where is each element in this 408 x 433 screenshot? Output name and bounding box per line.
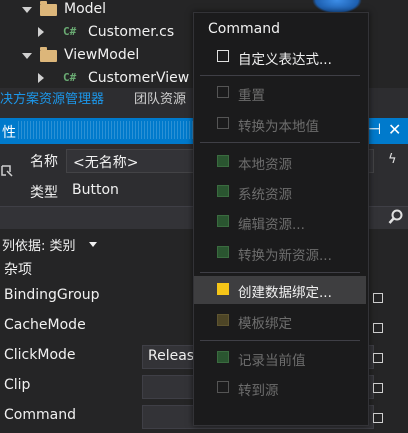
menu-item-label: 本地资源 — [238, 157, 292, 173]
name-label: 名称 — [30, 154, 58, 170]
checkbox-icon — [217, 117, 229, 129]
properties-title: 性 — [2, 125, 16, 141]
binding-square-icon — [217, 314, 229, 326]
close-icon[interactable]: ✕ — [388, 120, 401, 139]
arrange-by-label: 列依据: 类别 — [2, 239, 76, 254]
record-square-icon — [217, 351, 229, 363]
property-name: Command — [4, 407, 76, 423]
advanced-options-square-icon[interactable] — [373, 293, 383, 303]
expand-arrow-icon[interactable] — [22, 7, 32, 13]
menu-item-label: 重置 — [238, 88, 265, 104]
type-label: 类型 — [30, 185, 58, 201]
property-name: Clip — [4, 377, 31, 393]
element-preview-icon — [0, 164, 14, 178]
resource-square-icon — [217, 155, 229, 167]
tab-team-explorer[interactable]: 团队资源 — [128, 88, 192, 111]
menu-separator — [200, 75, 360, 76]
menu-separator — [200, 142, 360, 143]
menu-item-label: 系统资源 — [238, 187, 292, 203]
menu-header: Command — [208, 21, 280, 37]
menu-item-label: 记录当前值 — [238, 353, 306, 369]
menu-item-go-to-source[interactable]: 转到源 — [194, 374, 366, 402]
menu-item-label: 创建数据绑定... — [238, 285, 332, 301]
tree-item-model-folder[interactable]: Model — [0, 0, 190, 20]
checkbox-icon — [217, 381, 229, 393]
checkbox-icon — [217, 86, 229, 98]
tree-item-customerview[interactable]: C# CustomerView — [0, 67, 193, 89]
resource-square-icon — [217, 215, 229, 227]
menu-item-label: 转换为新资源... — [238, 248, 332, 264]
tree-item-label: Customer.cs — [88, 24, 175, 40]
advanced-options-square-icon[interactable] — [373, 323, 383, 333]
menu-item-record-current-value[interactable]: 记录当前值 — [194, 344, 366, 372]
expand-arrow-icon[interactable] — [38, 73, 44, 83]
expand-arrow-icon[interactable] — [22, 53, 32, 59]
menu-item-convert-new-resource[interactable]: 转换为新资源... — [194, 239, 366, 267]
name-field-value: <无名称> — [73, 155, 139, 171]
menu-item-template-binding[interactable]: 模板绑定 — [194, 307, 366, 335]
menu-item-label: 模板绑定 — [238, 316, 292, 332]
tree-item-customer-cs[interactable]: C# Customer.cs — [0, 21, 190, 43]
tree-item-label: CustomerView — [88, 70, 190, 86]
expand-arrow-icon[interactable] — [38, 27, 44, 37]
folder-icon — [40, 1, 57, 16]
property-name: CacheMode — [4, 317, 86, 333]
pin-icon[interactable]: ⊣ — [368, 120, 382, 140]
property-name: BindingGroup — [4, 287, 100, 303]
advanced-options-square-icon[interactable] — [373, 383, 383, 393]
menu-separator — [200, 272, 360, 273]
menu-item-system-resource[interactable]: 系统资源 — [194, 178, 366, 206]
tab-solution-explorer[interactable]: 决方案资源管理器 — [0, 88, 111, 111]
menu-separator — [200, 340, 360, 341]
menu-item-label: 自定义表达式... — [238, 52, 332, 68]
advanced-options-square-icon[interactable] — [373, 353, 383, 363]
command-context-menu: Command 自定义表达式... 重置 转换为本地值 本地资源 系统资源 编辑… — [193, 12, 369, 426]
menu-item-custom-expression[interactable]: 自定义表达式... — [194, 43, 366, 71]
advanced-options-square-icon[interactable] — [373, 413, 383, 423]
menu-item-convert-local-value[interactable]: 转换为本地值 — [194, 110, 366, 138]
property-value: Releas — [148, 348, 195, 364]
resource-square-icon — [217, 246, 229, 258]
type-value: Button — [72, 182, 119, 198]
property-name: ClickMode — [4, 347, 76, 363]
tree-item-viewmodel-folder[interactable]: ViewModel — [0, 44, 190, 66]
menu-item-label: 转到源 — [238, 383, 279, 399]
events-lightning-icon[interactable]: ϟ — [388, 152, 397, 167]
search-icon[interactable] — [388, 209, 404, 229]
binding-square-icon — [217, 283, 229, 295]
category-misc[interactable]: 杂项 — [4, 259, 32, 279]
menu-item-create-data-binding[interactable]: 创建数据绑定... — [194, 276, 366, 304]
resource-square-icon — [217, 185, 229, 197]
chevron-down-icon — [89, 242, 97, 247]
folder-icon — [40, 47, 57, 62]
csharp-file-icon: C# — [63, 71, 77, 84]
tree-item-label: Model — [64, 1, 107, 17]
menu-item-reset[interactable]: 重置 — [194, 79, 366, 107]
csharp-file-icon: C# — [63, 25, 77, 38]
menu-item-label: 编辑资源... — [238, 217, 305, 233]
tree-item-label: ViewModel — [64, 47, 140, 63]
menu-item-edit-resource[interactable]: 编辑资源... — [194, 208, 366, 236]
menu-item-local-resource[interactable]: 本地资源 — [194, 148, 366, 176]
checkbox-icon — [217, 50, 229, 62]
menu-item-label: 转换为本地值 — [238, 119, 319, 135]
